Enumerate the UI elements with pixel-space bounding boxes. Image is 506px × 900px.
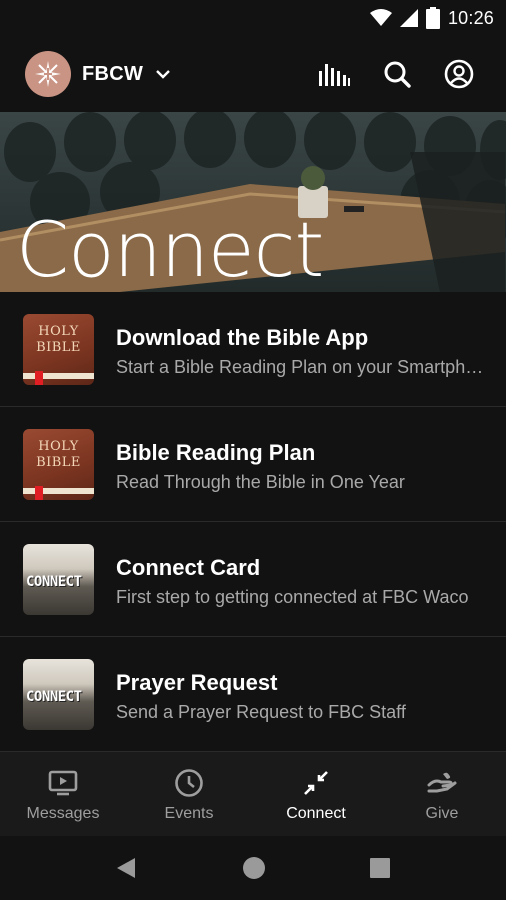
thumb-text: CONNECT [26,574,82,590]
hero-title: Connect [16,205,324,292]
list-item-connect-card[interactable]: CONNECT Connect Card First step to getti… [0,522,506,637]
back-icon[interactable] [112,854,140,882]
item-subtitle: First step to getting connected at FBC W… [116,587,469,607]
nav-label: Give [425,805,459,822]
nav-tab-events[interactable]: Events [126,752,252,836]
item-title: Download the Bible App [116,325,369,350]
bible-pages [23,488,94,494]
list-item-bible-reading-plan[interactable]: HOLY BIBLE Bible Reading Plan Read Throu… [0,407,506,522]
status-icons: 10:26 [369,6,494,30]
arrows-in-icon [301,768,331,798]
nav-tab-give[interactable]: Give [379,752,505,836]
account-icon[interactable] [443,58,475,90]
bible-ribbon [35,486,43,500]
org-name[interactable]: FBCW [82,63,143,86]
home-icon[interactable] [240,854,268,882]
status-bar: 10:26 [0,0,506,36]
item-subtitle: Start a Bible Reading Plan on your Smart… [116,357,488,377]
recents-icon[interactable] [366,854,394,882]
status-time: 10:26 [447,7,494,28]
app-bar: FBCW [0,36,506,112]
nav-label: Connect [286,805,346,822]
nav-label: Messages [26,805,100,822]
signal-icon [399,9,418,27]
item-subtitle: Read Through the Bible in One Year [116,472,405,492]
thumb-text: BIBLE [36,454,81,470]
item-title: Prayer Request [116,670,278,695]
tv-play-icon [48,768,78,798]
bible-ribbon [35,371,43,385]
item-subtitle: Send a Prayer Request to FBC Staff [116,702,406,722]
connect-thumbnail: CONNECT [23,544,94,615]
thumb-text: BIBLE [36,339,81,355]
list-item-download-bible-app[interactable]: HOLY BIBLE Download the Bible App Start … [0,292,506,407]
thumb-text: CONNECT [26,689,82,705]
nav-label: Events [164,805,214,822]
clock-icon [174,768,204,798]
bottom-nav: Messages Events Connect Give [0,752,506,836]
nav-tab-messages[interactable]: Messages [0,752,126,836]
audio-bars-icon[interactable] [318,58,350,90]
list-item-prayer-request[interactable]: CONNECT Prayer Request Send a Prayer Req… [0,637,506,752]
wifi-icon [369,9,392,26]
item-title: Connect Card [116,555,261,580]
hero-banner: Connect [0,112,506,292]
bible-thumbnail: HOLY BIBLE [23,314,94,385]
logo-icon[interactable] [25,51,71,97]
chevron-down-icon[interactable] [153,64,173,84]
thumb-text: HOLY [38,439,79,454]
battery-icon [425,7,440,29]
hand-give-icon [427,768,457,798]
nav-tab-connect[interactable]: Connect [253,752,379,836]
connect-thumbnail: CONNECT [23,659,94,730]
connect-list: HOLY BIBLE Download the Bible App Start … [0,292,506,752]
search-icon[interactable] [381,58,413,90]
system-nav-bar [0,836,506,900]
bible-pages [23,373,94,379]
item-title: Bible Reading Plan [116,440,316,465]
thumb-text: HOLY [38,324,79,339]
bible-thumbnail: HOLY BIBLE [23,429,94,500]
